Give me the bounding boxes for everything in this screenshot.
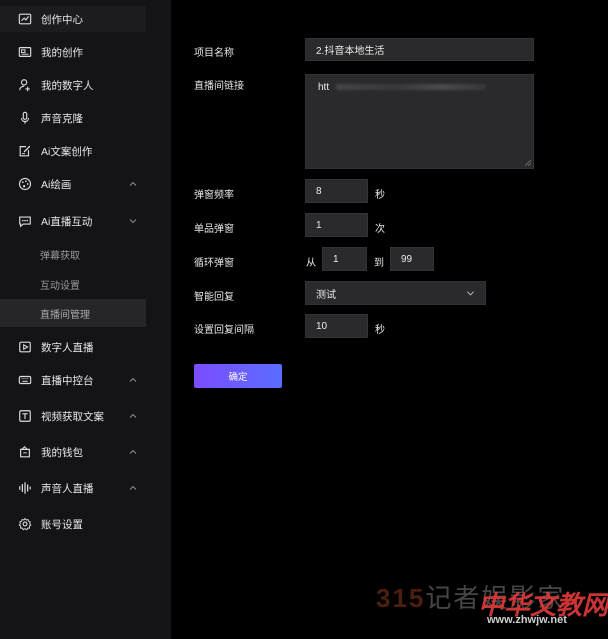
loop-from-label: 从 [306, 258, 316, 269]
loop-from-value: 1 [333, 253, 339, 265]
sidebar-item-label: 账号设置 [41, 518, 83, 531]
sidebar-item-my-digital-human[interactable]: 我的数字人 [0, 72, 146, 98]
loop-to-value: 99 [401, 253, 413, 265]
single-popup-value: 1 [316, 219, 322, 231]
sidebar-item-ai-copywriting[interactable]: Ai文案创作 [0, 138, 146, 164]
wallet-icon [17, 444, 33, 460]
reply-interval-unit: 秒 [375, 325, 385, 336]
live-link-textarea[interactable]: htt [305, 74, 534, 169]
smart-reply-label: 智能回复 [194, 292, 234, 303]
single-popup-input[interactable]: 1 [305, 213, 368, 237]
sidebar-item-my-wallet[interactable]: 我的钱包 [0, 439, 146, 465]
sidebar-item-video-to-text[interactable]: 视频获取文案 [0, 403, 146, 429]
live-link-label: 直播间链接 [194, 81, 244, 92]
chart-line-icon [17, 11, 33, 27]
chevron-down-icon [129, 219, 137, 224]
live-link-value: htt [318, 82, 330, 93]
danmaku-freq-input[interactable]: 8 [305, 179, 368, 203]
edit-doc-icon [17, 143, 33, 159]
sidebar-item-account-settings[interactable]: 账号设置 [0, 511, 146, 537]
microphone-icon [17, 110, 33, 126]
watermark-site-url: www.zhwjw.net [487, 614, 567, 626]
gear-icon [17, 516, 33, 532]
reply-interval-input[interactable]: 10 [305, 314, 368, 338]
sidebar-subitem-danmaku-fetch[interactable]: 弹幕获取 [0, 240, 146, 268]
confirm-button[interactable]: 确定 [194, 364, 282, 388]
sidebar-item-label: 数字人直播 [41, 341, 94, 354]
chevron-up-icon [129, 413, 137, 418]
sidebar-item-digital-human-live[interactable]: 数字人直播 [0, 334, 146, 360]
sidebar-item-label: 声音人直播 [41, 482, 94, 495]
sidebar-item-voice-live[interactable]: 声音人直播 [0, 475, 146, 501]
loop-to-input[interactable]: 99 [390, 247, 434, 271]
loop-from-input[interactable]: 1 [322, 247, 367, 271]
loop-popup-label: 循环弹窗 [194, 258, 234, 269]
sidebar-item-label: 视频获取文案 [41, 410, 104, 423]
chat-bubble-icon [17, 213, 33, 229]
danmaku-freq-unit: 秒 [375, 190, 385, 201]
sidebar-item-label: 直播中控台 [41, 374, 94, 387]
image-frame-icon [17, 44, 33, 60]
watermark-num: 315 [376, 583, 426, 613]
sidebar-item-live-console[interactable]: 直播中控台 [0, 367, 146, 393]
keyboard-icon [17, 372, 33, 388]
sidebar-item-creation-center[interactable]: 创作中心 [0, 6, 146, 32]
sidebar-item-label: 创作中心 [41, 13, 83, 26]
smart-reply-select[interactable]: 测试 [305, 281, 486, 305]
loop-to-label: 到 [374, 258, 384, 269]
project-name-value: 2.抖音本地生活 [316, 46, 385, 57]
sidebar-item-label: 我的钱包 [41, 446, 83, 459]
blurred-url [336, 84, 486, 90]
smart-reply-value: 测试 [316, 289, 336, 301]
sidebar-subitem-label: 弹幕获取 [40, 250, 80, 262]
chevron-up-icon [129, 377, 137, 382]
sidebar: 创作中心 我的创作 我的数字人 声音克隆 Ai文案创作 Ai绘画 Ai直播互动 … [0, 0, 171, 639]
chevron-down-icon [466, 291, 475, 296]
sidebar-item-label: Ai绘画 [41, 178, 72, 191]
sidebar-item-my-creations[interactable]: 我的创作 [0, 39, 146, 65]
sidebar-subitem-live-room-management[interactable]: 直播间管理 [0, 299, 146, 327]
sidebar-item-label: 声音克隆 [41, 112, 83, 125]
chevron-up-icon [129, 485, 137, 490]
sidebar-subitem-label: 直播间管理 [40, 309, 90, 321]
resize-handle-icon[interactable] [525, 160, 531, 166]
sidebar-item-label: Ai直播互动 [41, 215, 93, 228]
chevron-up-icon [129, 181, 137, 186]
sidebar-item-ai-painting[interactable]: Ai绘画 [0, 171, 146, 197]
reply-interval-value: 10 [316, 320, 328, 332]
project-name-label: 项目名称 [194, 48, 234, 59]
project-name-input[interactable]: 2.抖音本地生活 [305, 38, 534, 61]
danmaku-freq-label: 弹窗频率 [194, 190, 234, 201]
danmaku-freq-value: 8 [316, 185, 322, 197]
text-box-icon [17, 408, 33, 424]
sidebar-item-ai-live-interaction[interactable]: Ai直播互动 [0, 208, 146, 234]
sidebar-subitem-label: 互动设置 [40, 280, 80, 292]
sidebar-item-label: Ai文案创作 [41, 145, 93, 158]
user-plus-icon [17, 77, 33, 93]
single-popup-label: 单品弹窗 [194, 224, 234, 235]
play-screen-icon [17, 339, 33, 355]
sound-wave-icon [17, 480, 33, 496]
chevron-up-icon [129, 449, 137, 454]
sidebar-item-label: 我的数字人 [41, 79, 94, 92]
sidebar-item-label: 我的创作 [41, 46, 83, 59]
palette-icon [17, 176, 33, 192]
reply-interval-label: 设置回复间隔 [194, 325, 254, 336]
sidebar-item-voice-clone[interactable]: 声音克隆 [0, 105, 146, 131]
single-popup-unit: 次 [375, 224, 385, 235]
sidebar-subitem-interaction-settings[interactable]: 互动设置 [0, 270, 146, 298]
